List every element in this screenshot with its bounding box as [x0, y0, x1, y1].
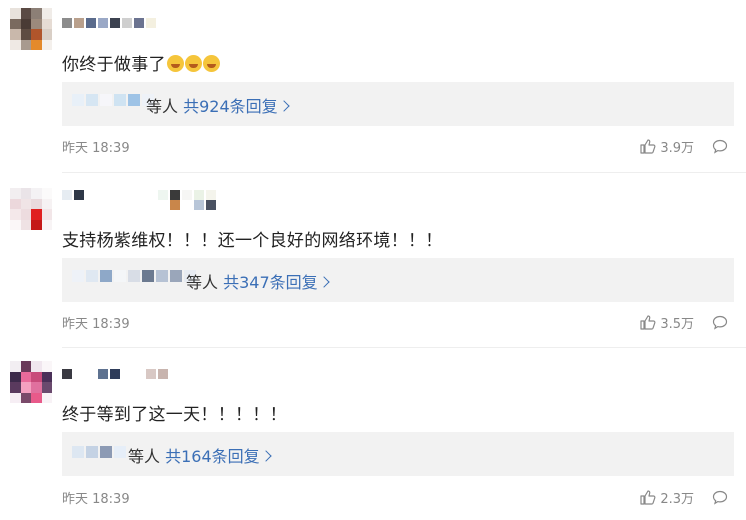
comment-text: 终于等到了这一天！！！！！: [62, 405, 287, 425]
chevron-right-icon: [259, 450, 272, 462]
reply-avatars: [72, 270, 196, 282]
chevron-right-icon: [277, 100, 290, 112]
thumbs-up-icon: [640, 315, 656, 330]
like-count: 2.3万: [660, 492, 694, 507]
avatar[interactable]: [10, 188, 52, 230]
like-count: 3.5万: [660, 317, 694, 332]
reply-summary[interactable]: 等人 共347条回复: [62, 258, 734, 302]
reply-users-suffix: 等人: [146, 97, 179, 116]
comment-text: 你终于做事了: [62, 50, 220, 75]
comment-item: 你终于做事了 等人 共924条回复 昨天 18:39 3.9万: [0, 0, 746, 172]
username-decoration: [170, 200, 216, 214]
thumbs-up-icon: [640, 139, 656, 154]
crying-face-icon: [184, 55, 202, 72]
like-count: 3.9万: [660, 141, 694, 156]
comment-time: 昨天 18:39: [62, 141, 130, 156]
reply-avatars: [72, 94, 154, 106]
comment-item: 支持杨紫维权！！！还一个良好的网络环境！！！ 等人 共347条回复 昨天 18:…: [0, 172, 746, 347]
like-button[interactable]: 2.3万: [640, 488, 694, 507]
view-replies-link[interactable]: 共347条回复: [223, 273, 330, 292]
avatar[interactable]: [10, 8, 52, 50]
comment-item: 终于等到了这一天！！！！！ 等人 共164条回复 昨天 18:39 2.3万: [0, 347, 746, 520]
comment-text: 支持杨紫维权！！！还一个良好的网络环境！！！: [62, 231, 443, 251]
crying-face-icon: [166, 55, 184, 72]
like-button[interactable]: 3.9万: [640, 137, 694, 156]
reply-summary[interactable]: 等人 共924条回复: [62, 82, 734, 126]
chevron-right-icon: [317, 276, 330, 288]
thumbs-up-icon: [640, 490, 656, 505]
reply-users-suffix: 等人: [186, 273, 219, 292]
comment-bubble-icon[interactable]: [712, 490, 728, 505]
comment-time: 昨天 18:39: [62, 317, 130, 332]
crying-face-icon: [202, 55, 220, 72]
comment-time: 昨天 18:39: [62, 492, 130, 507]
view-replies-link[interactable]: 共924条回复: [183, 97, 290, 116]
reply-summary[interactable]: 等人 共164条回复: [62, 432, 734, 476]
comment-bubble-icon[interactable]: [712, 315, 728, 330]
username[interactable]: [62, 18, 156, 32]
avatar[interactable]: [10, 361, 52, 403]
view-replies-link[interactable]: 共164条回复: [165, 447, 272, 466]
like-button[interactable]: 3.5万: [640, 313, 694, 332]
username[interactable]: [62, 369, 168, 383]
reply-users-suffix: 等人: [128, 447, 161, 466]
comment-bubble-icon[interactable]: [712, 139, 728, 154]
reply-avatars: [72, 446, 126, 458]
